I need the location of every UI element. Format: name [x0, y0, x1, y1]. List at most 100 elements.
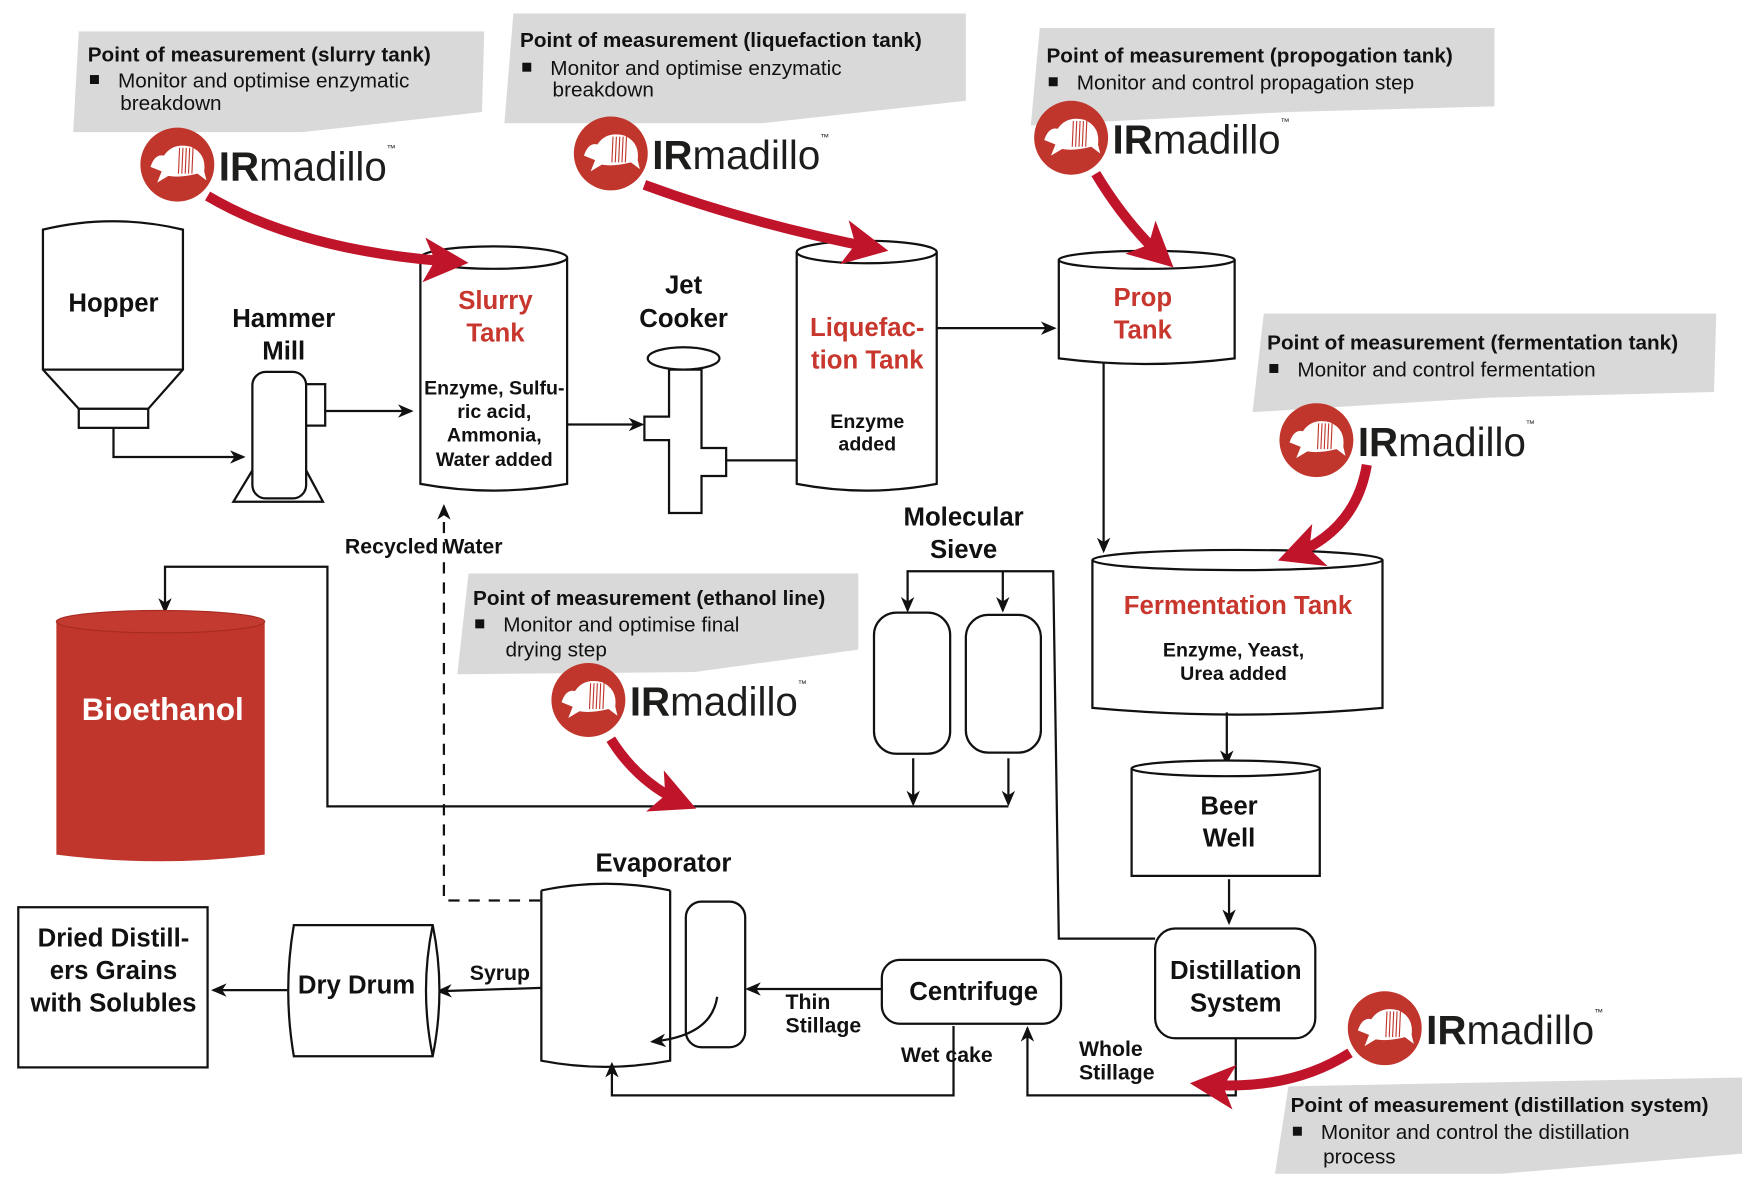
ddgs-box: Dried Distill- ers Grains with Solubles: [17, 906, 209, 1069]
callout-title: Point of measurement (propogation tank): [1046, 45, 1452, 68]
centrifuge-label: Centrifuge: [909, 978, 1038, 1006]
beer-well: Beer Well: [1130, 759, 1321, 877]
slurry-tank: Slurry Tank Enzyme, Sulfu- ric acid, Amm…: [419, 245, 569, 492]
brand-bold: IR: [1113, 116, 1153, 162]
recycled-water-label: Recycled Water: [345, 534, 503, 558]
callout-slurry: Point of measurement (slurry tank)Monito…: [73, 31, 485, 133]
bioethanol-process-diagram: Point of measurement (slurry tank) Monito…: [17, 13, 1743, 1174]
bullet-icon: [89, 75, 99, 85]
distillation-system: Distillation System: [1154, 927, 1317, 1040]
liquefaction-tank: Liquefac- tion Tank Enzyme added: [795, 239, 938, 492]
tank-detail: Enzyme, Sulfu-: [424, 377, 564, 399]
callout-title: Point of measurement (ethanol line): [473, 587, 825, 610]
callout-text: breakdown: [553, 78, 654, 101]
ddgs-label: ers Grains: [50, 957, 177, 985]
callout-text: Monitor and optimise enzymatic: [550, 57, 841, 80]
bioethanol-tank: Bioethanol: [55, 609, 266, 862]
irmadillo-wordmark: IRmadillo™: [1358, 419, 1535, 465]
measurement-arrow: [205, 191, 469, 283]
irmadillo-logo: IRmadillo™: [1277, 403, 1535, 567]
callout-title: Point of measurement (fermentation tank): [1267, 331, 1678, 354]
brand-rest: madillo: [1466, 1007, 1594, 1053]
jet-cooker: Jet Cooker: [639, 271, 728, 515]
measurement-arrow: [1091, 171, 1174, 268]
brand-rest: madillo: [1153, 116, 1281, 162]
tank-detail: Urea added: [1180, 663, 1287, 685]
bullet-icon: [1048, 77, 1058, 87]
bullet-icon: [475, 619, 485, 629]
tank-detail: Ammonia,: [447, 424, 542, 446]
measurement-arrow: [642, 180, 889, 265]
bullet-icon: [1292, 1126, 1302, 1136]
brand-bold: IR: [630, 679, 670, 725]
centrifuge: Centrifuge: [880, 958, 1063, 1025]
tank-name: Liquefac-: [810, 314, 924, 342]
beer-well-label: Beer: [1200, 792, 1257, 820]
irmadillo-logo: IRmadillo™: [573, 116, 889, 265]
molecular-sieve-label: Molecular: [904, 503, 1024, 531]
thin-stillage-label: Thin: [786, 990, 831, 1014]
trademark: ™: [1281, 116, 1290, 126]
irmadillo-logo: IRmadillo™: [140, 127, 469, 283]
beer-well-label: Well: [1203, 825, 1255, 853]
tank-name: tion Tank: [811, 346, 924, 374]
trademark: ™: [798, 679, 807, 689]
evaporator: Evaporator: [540, 849, 747, 1068]
hopper-label: Hopper: [68, 289, 158, 317]
measurement-arrow: [1189, 1048, 1353, 1110]
bioethanol-label: Bioethanol: [82, 692, 244, 727]
tank-detail: added: [838, 433, 896, 455]
callout-text: breakdown: [120, 92, 221, 115]
wet-cake-label: Wet cake: [901, 1043, 993, 1067]
molecular-sieve-label: Sieve: [930, 536, 997, 564]
hammer-mill-label: Hammer: [232, 305, 335, 333]
tank-detail: ric acid,: [457, 401, 531, 423]
callout-text: Monitor and control fermentation: [1297, 358, 1595, 381]
brand-rest: madillo: [670, 679, 798, 725]
recycled-water-line: [437, 504, 561, 902]
callout-title: Point of measurement (slurry tank): [88, 44, 431, 67]
brand-bold: IR: [219, 143, 259, 189]
tank-detail: Enzyme: [830, 411, 904, 433]
hopper: Hopper: [41, 220, 185, 429]
jet-cooker-label: Jet: [665, 271, 703, 299]
trademark: ™: [1594, 1007, 1603, 1017]
tank-name: Tank: [466, 320, 525, 348]
hammer-mill-label: Mill: [262, 338, 305, 366]
irmadillo-wordmark: IRmadillo™: [630, 679, 807, 725]
callout-liquefaction: Point of measurement (liquefaction tank)…: [504, 13, 966, 124]
irmadillo-logo: IRmadillo™: [1034, 100, 1290, 268]
measurement-arrow: [606, 736, 697, 812]
tank-detail: Enzyme, Yeast,: [1163, 639, 1304, 661]
distillation-label: System: [1190, 989, 1282, 1017]
ddgs-label: Dried Distill-: [38, 924, 190, 952]
callout-text: Monitor and optimise final: [503, 614, 739, 637]
trademark: ™: [820, 132, 829, 142]
prop-tank: Prop Tank: [1057, 249, 1236, 366]
callout-text: Monitor and control the distillation: [1321, 1121, 1630, 1144]
trademark: ™: [1526, 419, 1535, 429]
callout-text: process: [1323, 1146, 1396, 1169]
tank-detail: Water added: [436, 449, 553, 471]
syrup-label: Syrup: [470, 961, 530, 985]
callout-title: Point of measurement (distillation syste…: [1291, 1094, 1709, 1117]
trademark: ™: [387, 143, 396, 153]
brand-rest: madillo: [1398, 419, 1526, 465]
irmadillo-logo: IRmadillo™: [551, 663, 807, 812]
brand-bold: IR: [1426, 1007, 1466, 1053]
dry-drum: Dry Drum: [287, 924, 441, 1058]
irmadillo-wordmark: IRmadillo™: [652, 132, 829, 178]
callout-title: Point of measurement (liquefaction tank): [520, 29, 922, 52]
brand-rest: madillo: [693, 132, 821, 178]
callout-fermentation: Point of measurement (fermentation tank)…: [1252, 313, 1717, 413]
whole-stillage-label: Stillage: [1079, 1061, 1155, 1085]
tank-name: Slurry: [458, 287, 533, 315]
measurement-arrow: [1277, 463, 1372, 567]
flow-arrow: [436, 984, 542, 998]
irmadillo-wordmark: IRmadillo™: [1113, 116, 1290, 162]
irmadillo-wordmark: IRmadillo™: [1426, 1007, 1603, 1053]
distillation-label: Distillation: [1170, 957, 1302, 985]
brand-bold: IR: [1358, 419, 1398, 465]
tank-name: Prop: [1113, 284, 1172, 312]
whole-stillage-label: Whole: [1079, 1037, 1143, 1061]
